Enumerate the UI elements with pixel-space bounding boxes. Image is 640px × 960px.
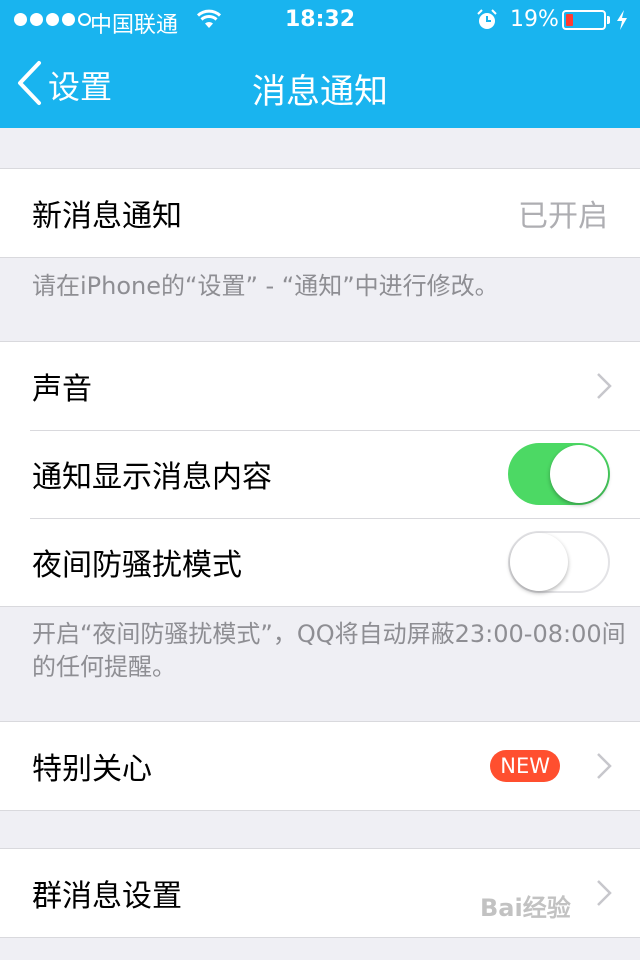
special-care-label: 特别关心 <box>32 752 152 787</box>
group-message-label: 群消息设置 <box>32 879 182 914</box>
status-bar: 中国联通 18:32 19% <box>0 0 640 40</box>
show-content-toggle[interactable] <box>508 443 610 505</box>
toggle-knob <box>550 445 608 503</box>
sound-label: 声音 <box>32 372 92 407</box>
show-content-label: 通知显示消息内容 <box>32 460 272 495</box>
battery-cap <box>607 16 610 24</box>
header: 中国联通 18:32 19% 设置 消息通知 <box>0 0 640 128</box>
notify-group: 新消息通知 已开启 <box>0 168 640 258</box>
special-care-group: 特别关心 NEW <box>0 721 640 811</box>
night-mode-toggle[interactable] <box>508 531 610 593</box>
toggle-knob <box>510 533 568 591</box>
charging-bolt-icon <box>615 9 629 37</box>
night-mode-label: 夜间防骚扰模式 <box>32 548 242 583</box>
new-message-notify-row[interactable]: 新消息通知 已开启 <box>0 169 640 257</box>
chevron-right-icon <box>596 752 612 784</box>
options-group: 声音 通知显示消息内容 夜间防骚扰模式 <box>0 341 640 607</box>
page-title: 消息通知 <box>252 72 388 112</box>
night-mode-note: 开启“夜间防骚扰模式”，QQ将自动屏蔽23:00-08:00间的任何提醒。 <box>32 620 626 681</box>
new-message-notify-status: 已开启 <box>518 199 608 234</box>
show-content-row: 通知显示消息内容 <box>0 430 640 518</box>
new-message-notify-label: 新消息通知 <box>32 199 182 234</box>
night-mode-row: 夜间防骚扰模式 <box>0 518 640 606</box>
new-badge: NEW <box>490 750 560 782</box>
alarm-icon <box>476 9 498 37</box>
sound-row[interactable]: 声音 <box>0 342 640 430</box>
chevron-right-icon <box>596 879 612 911</box>
navigation-bar: 设置 消息通知 <box>0 40 640 128</box>
battery-level-fill <box>566 14 573 26</box>
watermark: Bai经验 <box>480 894 571 922</box>
chevron-right-icon <box>596 372 612 404</box>
battery-percent: 19% <box>510 7 559 32</box>
special-care-row[interactable]: 特别关心 NEW <box>0 722 640 810</box>
battery-icon <box>562 10 606 30</box>
notify-note: 请在iPhone的“设置” - “通知”中进行修改。 <box>32 272 499 300</box>
